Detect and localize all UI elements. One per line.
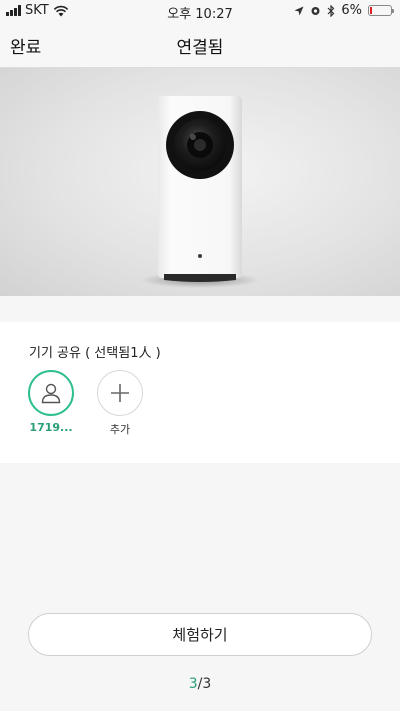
page-current: 3	[188, 676, 198, 692]
battery-percent: 6%	[341, 3, 362, 18]
add-member-item[interactable]: 추가	[90, 370, 150, 437]
camera-illustration	[140, 96, 260, 288]
device-share-panel: 기기 공유 ( 선택됨1人 ) 1719... 추가	[0, 322, 400, 463]
device-share-title: 기기 공유 ( 선택됨1人 )	[29, 346, 161, 361]
navigation-bar: 완료 연결됨	[0, 22, 400, 68]
alarm-icon	[311, 7, 320, 15]
experience-button[interactable]: 체험하기	[28, 613, 372, 656]
add-member-button[interactable]	[97, 370, 143, 416]
page-title: 연결됨	[176, 38, 224, 58]
page-indicator: 3/3	[0, 676, 400, 692]
page-total: 3	[202, 676, 212, 692]
status-right: 6%	[294, 3, 394, 18]
bluetooth-icon	[327, 4, 335, 17]
camera-image	[0, 68, 400, 296]
battery-icon	[368, 5, 394, 16]
battery-level-fill	[370, 7, 372, 14]
plus-icon	[111, 384, 129, 402]
member-avatar[interactable]	[28, 370, 74, 416]
user-icon	[41, 383, 61, 404]
shared-member-item[interactable]: 1719...	[21, 370, 81, 434]
location-arrow-icon	[294, 6, 304, 15]
status-bar: SKT 오후 10:27 6%	[0, 0, 400, 22]
member-label: 1719...	[29, 421, 73, 434]
add-member-label: 추가	[109, 423, 131, 436]
